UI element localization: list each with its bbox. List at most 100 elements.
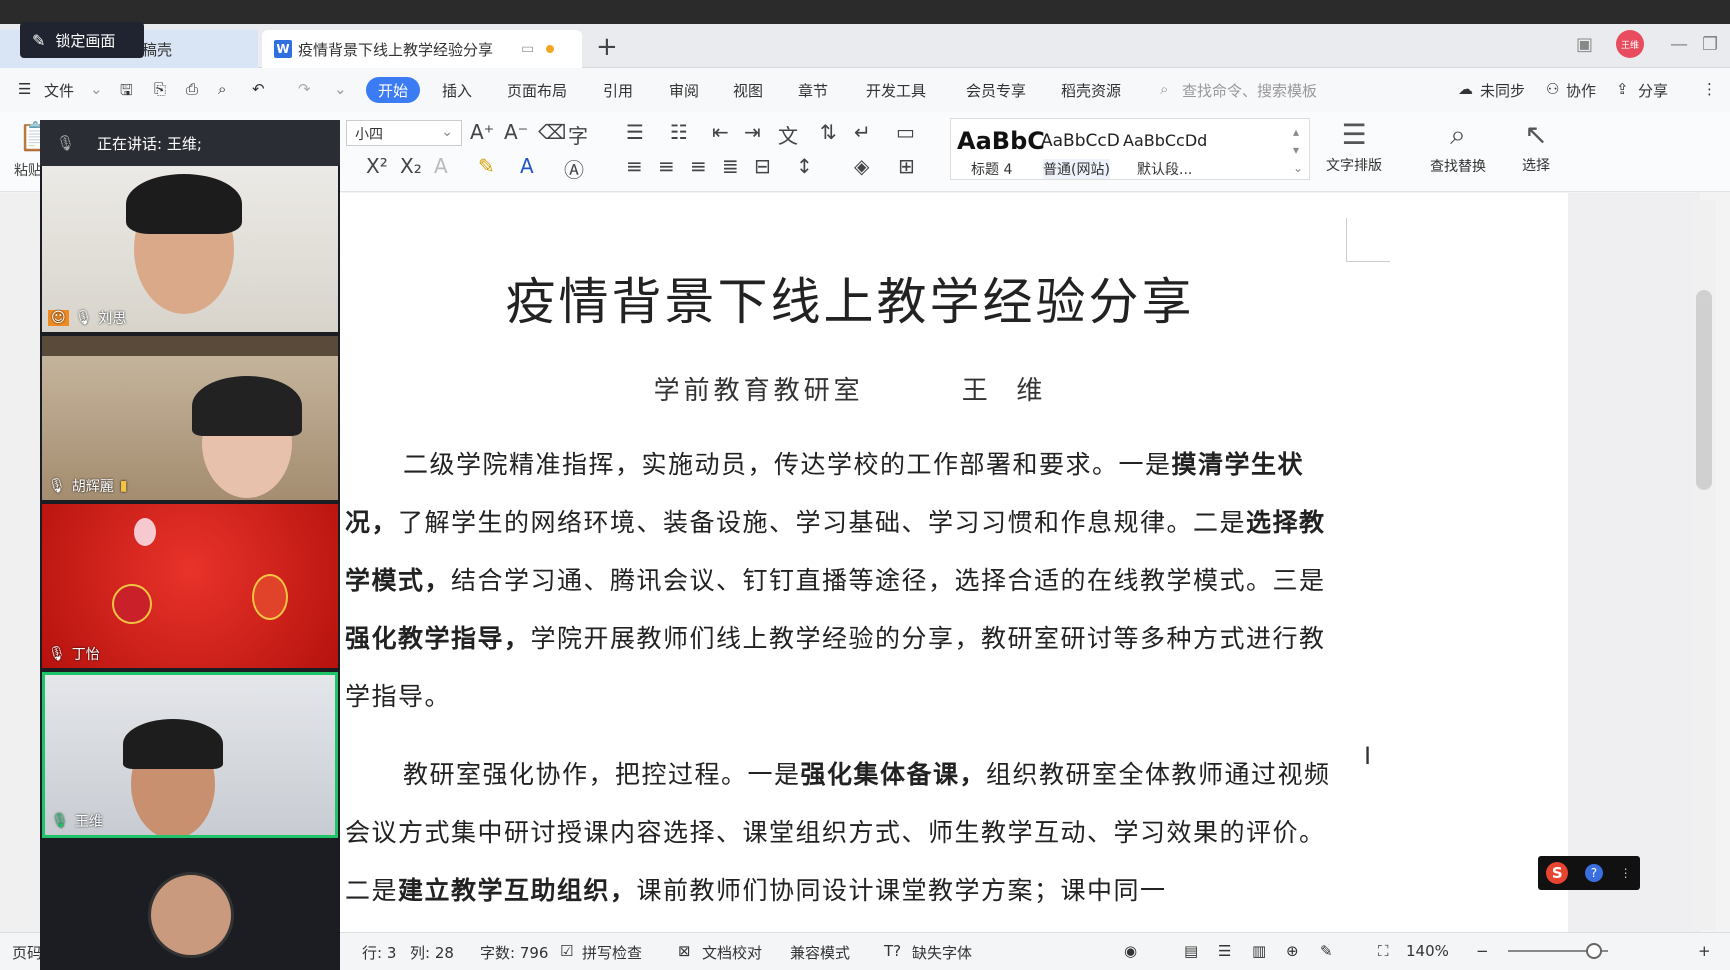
sort-icon[interactable]: ⇅ (820, 120, 837, 144)
sync-status[interactable]: 未同步 (1480, 80, 1525, 101)
clear-format-icon[interactable]: ⌫ (538, 120, 566, 144)
borders-icon[interactable]: ⊞ (898, 154, 915, 178)
menu-references[interactable]: 引用 (603, 80, 633, 101)
chevron-down-icon[interactable]: ⌄ (90, 80, 103, 98)
phonetic-icon[interactable]: 字 (568, 120, 588, 149)
command-search[interactable]: 查找命令、搜索模板 (1182, 80, 1317, 101)
fit-page-icon[interactable]: ⛶ (1378, 942, 1389, 960)
menu-start[interactable]: 开始 (366, 77, 420, 103)
paste-label[interactable]: 粘贴 (14, 160, 42, 180)
subscript-icon[interactable]: X₂ (400, 154, 422, 178)
status-proof[interactable]: 文档校对 (702, 942, 762, 963)
video-tile-3[interactable]: 🎙 丁怡 (42, 504, 338, 668)
find-replace-button[interactable]: ⌕ 查找替换 (1430, 118, 1486, 176)
layout-icon[interactable]: ▣ (1576, 34, 1593, 55)
tab-ruler-icon[interactable]: ▭ (896, 120, 915, 144)
style-normal-sample[interactable]: AaBbCcD (1041, 131, 1120, 151)
char-border-icon[interactable]: Ⓐ (564, 154, 584, 183)
undo-icon[interactable]: ↶ (252, 80, 265, 98)
show-marks-icon[interactable]: ↵ (854, 120, 871, 144)
pen-icon[interactable]: ✎ (1320, 942, 1333, 960)
eye-icon[interactable]: ◉ (1124, 942, 1137, 960)
style-default-sample[interactable]: AaBbCcDd (1123, 131, 1207, 150)
export-icon[interactable]: ⎘ (154, 80, 166, 98)
zoom-value[interactable]: 140% (1406, 942, 1449, 960)
help-icon[interactable]: ? (1584, 864, 1603, 882)
distribute-icon[interactable]: ⊟ (754, 154, 771, 178)
collab-button[interactable]: 协作 (1566, 80, 1596, 101)
tab-document[interactable]: W 疫情背景下线上教学经验分享 ▭ (262, 30, 582, 68)
paragraph-2[interactable]: 教研室强化协作，把控过程。一是强化集体备课，组织教研室全体教师通过视频会议方式集… (345, 746, 1347, 920)
align-left-icon[interactable]: ≡ (626, 154, 643, 178)
zoom-in-icon[interactable]: + (1698, 942, 1711, 960)
new-tab-button[interactable]: + (596, 32, 618, 62)
restore-icon[interactable]: ❐ (1702, 34, 1718, 55)
ime-menu-icon[interactable]: ⋮ (1620, 866, 1632, 880)
tab-window-icon[interactable]: ▭ (521, 41, 534, 57)
font-color-icon[interactable]: A (520, 154, 534, 178)
chinese-layout-icon[interactable]: 文 (778, 120, 798, 149)
sogou-ime-toolbar[interactable]: S ? ⋮ (1538, 856, 1640, 890)
avatar[interactable]: 王维 (1616, 30, 1644, 58)
menu-insert[interactable]: 插入 (442, 80, 472, 101)
text-layout-button[interactable]: ☰ 文字排版 (1326, 118, 1382, 175)
outdent-icon[interactable]: ⇤ (712, 120, 729, 144)
paragraph-1[interactable]: 二级学院精准指挥，实施动员，传达学校的工作部署和要求。一是摸清学生状况，了解学生… (345, 436, 1347, 726)
video-tile-1[interactable]: ☺ 🎙 刘思 (42, 166, 338, 332)
status-words[interactable]: 字数: 796 (480, 942, 548, 963)
print-icon[interactable]: ⎙ (186, 80, 198, 98)
menu-review[interactable]: 审阅 (669, 80, 699, 101)
numbering-icon[interactable]: ☷ (670, 120, 688, 144)
style-heading4-sample[interactable]: AaBbC (957, 127, 1045, 155)
save-icon[interactable]: 🖫 (120, 80, 133, 105)
lock-screen-button[interactable]: ✎ 锁定画面 (20, 22, 144, 58)
preview-icon[interactable]: ⌕ (218, 80, 226, 98)
menu-member[interactable]: 会员专享 (966, 80, 1026, 101)
status-spellcheck[interactable]: 拼写检查 (582, 942, 642, 963)
justify-icon[interactable]: ≣ (722, 154, 739, 178)
menu-chapter[interactable]: 章节 (798, 80, 828, 101)
style-heading4-label[interactable]: 标题 4 (971, 159, 1012, 179)
video-tile-2[interactable]: 🎙 胡辉麗 ▮ (42, 336, 338, 500)
video-tile-5[interactable] (42, 842, 338, 970)
style-normal-label[interactable]: 普通(网站) (1043, 159, 1110, 179)
redo-icon[interactable]: ↷ (298, 80, 311, 98)
highlight-icon[interactable]: ✎ (478, 154, 495, 178)
shading-icon[interactable]: ◈ (854, 154, 869, 178)
document-subtitle[interactable]: 学前教育教研室 王 维 (310, 370, 1390, 407)
select-button[interactable]: ↖ 选择 (1522, 118, 1550, 175)
line-spacing-icon[interactable]: ↕ (796, 154, 813, 178)
bullets-icon[interactable]: ☰ (626, 120, 644, 144)
scrollbar-thumb[interactable] (1696, 290, 1712, 490)
style-default-label[interactable]: 默认段... (1137, 159, 1192, 179)
sogou-icon[interactable]: S (1546, 862, 1569, 884)
indent-icon[interactable]: ⇥ (744, 120, 761, 144)
shrink-font-icon[interactable]: A⁻ (504, 120, 528, 144)
grow-font-icon[interactable]: A⁺ (470, 120, 494, 144)
zoom-out-icon[interactable]: − (1476, 942, 1489, 960)
superscript-icon[interactable]: X² (366, 154, 388, 178)
menu-layout[interactable]: 页面布局 (507, 80, 567, 101)
gallery-scroll-icon[interactable]: ▴ ▾ ⌄ (1293, 123, 1303, 177)
outline-view-icon[interactable]: ☰ (1218, 942, 1231, 960)
align-right-icon[interactable]: ≡ (690, 154, 707, 178)
share-button[interactable]: 分享 (1638, 80, 1668, 101)
menu-devtools[interactable]: 开发工具 (866, 80, 926, 101)
document-title[interactable]: 疫情背景下线上教学经验分享 (310, 262, 1390, 334)
page-view-icon[interactable]: ▤ (1184, 942, 1198, 960)
video-tile-4-active[interactable]: 🎙 王维 (42, 672, 338, 838)
status-page[interactable]: 页码 (12, 942, 42, 963)
text-effect-icon[interactable]: A (434, 154, 448, 178)
menu-view[interactable]: 视图 (733, 80, 763, 101)
reading-view-icon[interactable]: ▥ (1252, 942, 1266, 960)
more-chevron-icon[interactable]: ⌄ (334, 80, 347, 98)
menu-file[interactable]: 文件 (44, 80, 74, 101)
menu-docer[interactable]: 稻壳资源 (1061, 80, 1121, 101)
more-icon[interactable]: ⋮ (1702, 80, 1717, 98)
status-missing-font[interactable]: 缺失字体 (912, 942, 972, 963)
align-center-icon[interactable]: ≡ (658, 154, 675, 178)
zoom-slider-knob[interactable] (1586, 943, 1602, 959)
hamburger-icon[interactable]: ☰ (18, 80, 31, 98)
font-size-select[interactable]: 小四 ⌄ (346, 120, 462, 146)
web-view-icon[interactable]: ⊕ (1286, 942, 1299, 960)
